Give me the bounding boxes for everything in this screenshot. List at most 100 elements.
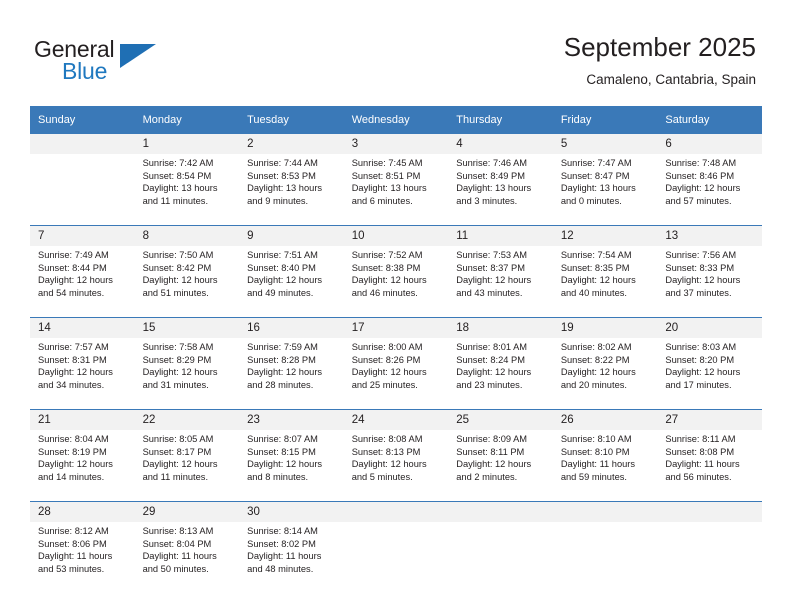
day-cell[interactable]: 3 Sunrise: 7:45 AM Sunset: 8:51 PM Dayli… [343,134,449,226]
sunset-text: Sunset: 8:04 PM [142,538,212,549]
sunrise-text: Sunrise: 8:11 AM [665,434,736,444]
day-cell[interactable] [30,134,135,226]
day-cell[interactable]: 18 Sunrise: 8:01 AM Sunset: 8:24 PM Dayl… [448,317,553,410]
day-details: Sunrise: 8:07 AM Sunset: 8:15 PM Dayligh… [239,430,344,501]
sunset-text: Sunset: 8:28 PM [247,354,316,365]
location-subtitle: Camaleno, Cantabria, Spain [586,72,756,87]
day-number: 6 [657,134,762,154]
day-cell[interactable]: 8 Sunrise: 7:50 AM Sunset: 8:42 PM Dayli… [134,225,240,318]
daylight-text-line2: and 50 minutes. [142,563,209,574]
daylight-text-line2: and 56 minutes. [665,471,732,482]
day-number: 27 [657,410,762,430]
day-cell[interactable]: 28 Sunrise: 8:12 AM Sunset: 8:06 PM Dayl… [30,501,135,593]
day-cell[interactable]: 29 Sunrise: 8:13 AM Sunset: 8:04 PM Dayl… [134,501,240,593]
daylight-text-line1: Daylight: 12 hours [142,459,218,470]
sunset-text: Sunset: 8:47 PM [560,170,630,181]
brand-logo[interactable]: General Blue [34,36,214,88]
week-row: 1 Sunrise: 7:42 AM Sunset: 8:54 PM Dayli… [30,134,762,226]
day-cell[interactable]: 30 Sunrise: 8:14 AM Sunset: 8:02 PM Dayl… [239,501,344,593]
day-cell[interactable]: 20 Sunrise: 8:03 AM Sunset: 8:20 PM Dayl… [657,317,762,410]
sunrise-text: Sunrise: 8:14 AM [247,526,318,536]
day-cell[interactable] [657,501,762,593]
day-details: Sunrise: 8:03 AM Sunset: 8:20 PM Dayligh… [657,338,762,409]
day-cell[interactable]: 15 Sunrise: 7:58 AM Sunset: 8:29 PM Dayl… [134,317,240,410]
day-number: 18 [448,318,553,338]
day-number: 2 [239,134,344,154]
daylight-text-line2: and 46 minutes. [351,287,418,298]
day-cell[interactable]: 2 Sunrise: 7:44 AM Sunset: 8:53 PM Dayli… [239,134,344,226]
daylight-text-line1: Daylight: 12 hours [456,459,532,470]
day-cell[interactable]: 9 Sunrise: 7:51 AM Sunset: 8:40 PM Dayli… [239,225,344,318]
day-number: 20 [657,318,762,338]
calendar-page: General Blue September 2025 Camaleno, Ca… [0,0,792,612]
day-cell[interactable]: 14 Sunrise: 7:57 AM Sunset: 8:31 PM Dayl… [30,317,135,410]
day-cell[interactable]: 17 Sunrise: 8:00 AM Sunset: 8:26 PM Dayl… [343,317,449,410]
sunset-text: Sunset: 8:53 PM [247,170,316,181]
day-cell[interactable] [343,501,449,593]
day-number: 7 [30,226,135,246]
sunrise-text: Sunrise: 7:45 AM [351,158,423,168]
day-cell[interactable]: 12 Sunrise: 7:54 AM Sunset: 8:35 PM Dayl… [552,225,658,318]
day-cell[interactable]: 19 Sunrise: 8:02 AM Sunset: 8:22 PM Dayl… [552,317,658,410]
day-cell[interactable]: 13 Sunrise: 7:56 AM Sunset: 8:33 PM Dayl… [657,225,762,318]
day-cell[interactable]: 27 Sunrise: 8:11 AM Sunset: 8:08 PM Dayl… [657,409,762,502]
day-details: Sunrise: 7:49 AM Sunset: 8:44 PM Dayligh… [30,246,135,317]
day-number: 13 [657,226,762,246]
day-number: 21 [30,410,135,430]
day-cell[interactable]: 1 Sunrise: 7:42 AM Sunset: 8:54 PM Dayli… [134,134,240,226]
day-cell[interactable]: 23 Sunrise: 8:07 AM Sunset: 8:15 PM Dayl… [239,409,344,502]
day-details: Sunrise: 7:47 AM Sunset: 8:47 PM Dayligh… [553,154,658,225]
sunset-text: Sunset: 8:22 PM [560,354,630,365]
day-cell[interactable]: 24 Sunrise: 8:08 AM Sunset: 8:13 PM Dayl… [343,409,449,502]
sunrise-text: Sunrise: 7:58 AM [142,342,214,352]
day-details: Sunrise: 8:05 AM Sunset: 8:17 PM Dayligh… [135,430,240,501]
daylight-text-line2: and 53 minutes. [38,563,105,574]
day-number: 9 [239,226,344,246]
day-cell[interactable] [552,501,658,593]
daylight-text-line2: and 2 minutes. [456,471,518,482]
sunset-text: Sunset: 8:40 PM [247,262,316,273]
daylight-text-line2: and 8 minutes. [247,471,309,482]
day-details [553,522,658,593]
day-number: 30 [239,502,344,522]
sunrise-text: Sunrise: 7:47 AM [560,158,632,168]
day-details [344,522,449,593]
day-cell[interactable]: 26 Sunrise: 8:10 AM Sunset: 8:10 PM Dayl… [552,409,658,502]
sunset-text: Sunset: 8:26 PM [351,354,421,365]
day-cell[interactable]: 11 Sunrise: 7:53 AM Sunset: 8:37 PM Dayl… [448,225,553,318]
sunset-text: Sunset: 8:46 PM [665,170,735,181]
day-cell[interactable]: 10 Sunrise: 7:52 AM Sunset: 8:38 PM Dayl… [343,225,449,318]
sunset-text: Sunset: 8:19 PM [38,446,107,457]
daylight-text-line2: and 54 minutes. [38,287,105,298]
sunrise-text: Sunrise: 8:04 AM [38,434,109,444]
daylight-text-line1: Daylight: 12 hours [351,367,427,378]
day-cell[interactable]: 21 Sunrise: 8:04 AM Sunset: 8:19 PM Dayl… [30,409,135,502]
sunset-text: Sunset: 8:10 PM [560,446,630,457]
day-cell[interactable] [448,501,553,593]
day-number: 28 [30,502,135,522]
day-details: Sunrise: 8:00 AM Sunset: 8:26 PM Dayligh… [344,338,449,409]
daylight-text-line2: and 40 minutes. [560,287,627,298]
sunrise-text: Sunrise: 8:01 AM [456,342,528,352]
sunset-text: Sunset: 8:20 PM [665,354,735,365]
day-cell[interactable]: 4 Sunrise: 7:46 AM Sunset: 8:49 PM Dayli… [448,134,553,226]
daylight-text-line2: and 6 minutes. [351,195,413,206]
day-cell[interactable]: 7 Sunrise: 7:49 AM Sunset: 8:44 PM Dayli… [30,225,135,318]
sunrise-text: Sunrise: 7:57 AM [38,342,109,352]
daylight-text-line1: Daylight: 12 hours [38,459,113,470]
daylight-text-line2: and 34 minutes. [38,379,105,390]
sunrise-text: Sunrise: 7:44 AM [247,158,318,168]
weekday-header-tuesday: Tuesday [239,106,344,134]
day-cell[interactable]: 5 Sunrise: 7:47 AM Sunset: 8:47 PM Dayli… [552,134,658,226]
daylight-text-line1: Daylight: 13 hours [351,183,427,194]
day-cell[interactable]: 6 Sunrise: 7:48 AM Sunset: 8:46 PM Dayli… [657,134,762,226]
day-cell[interactable]: 22 Sunrise: 8:05 AM Sunset: 8:17 PM Dayl… [134,409,240,502]
sunrise-text: Sunrise: 8:13 AM [142,526,214,536]
daylight-text-line2: and 59 minutes. [560,471,627,482]
day-cell[interactable]: 25 Sunrise: 8:09 AM Sunset: 8:11 PM Dayl… [448,409,553,502]
daylight-text-line1: Daylight: 11 hours [38,551,113,562]
sunset-text: Sunset: 8:17 PM [142,446,212,457]
day-cell[interactable]: 16 Sunrise: 7:59 AM Sunset: 8:28 PM Dayl… [239,317,344,410]
sunrise-text: Sunrise: 7:46 AM [456,158,528,168]
sunset-text: Sunset: 8:33 PM [665,262,735,273]
